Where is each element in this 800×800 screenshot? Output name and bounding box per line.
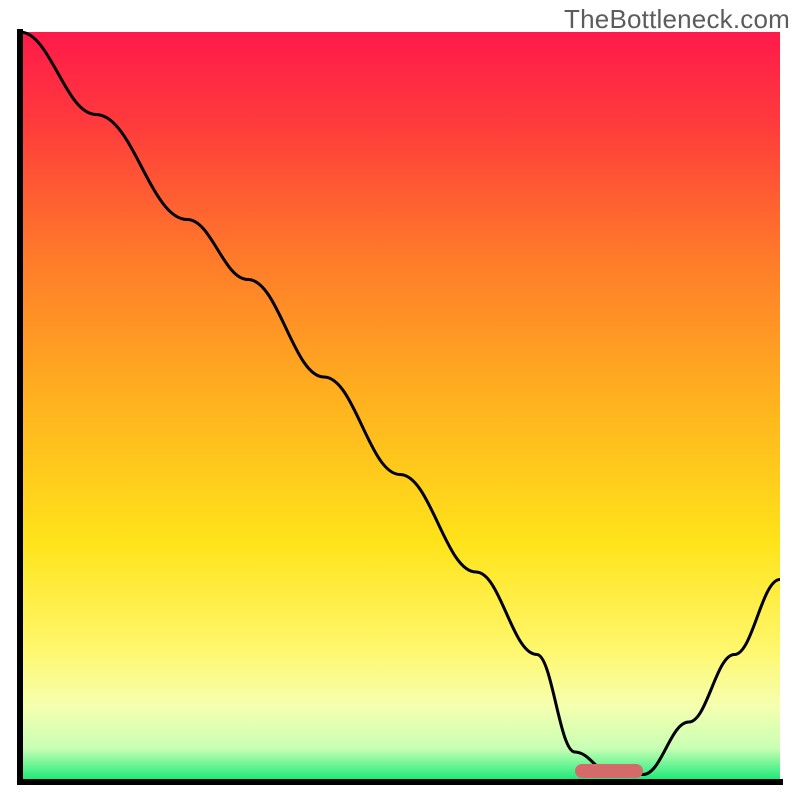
bottleneck-chart — [0, 0, 800, 800]
optimal-range-marker — [575, 764, 643, 778]
plot-background — [20, 32, 780, 782]
chart-frame: TheBottleneck.com — [0, 0, 800, 800]
